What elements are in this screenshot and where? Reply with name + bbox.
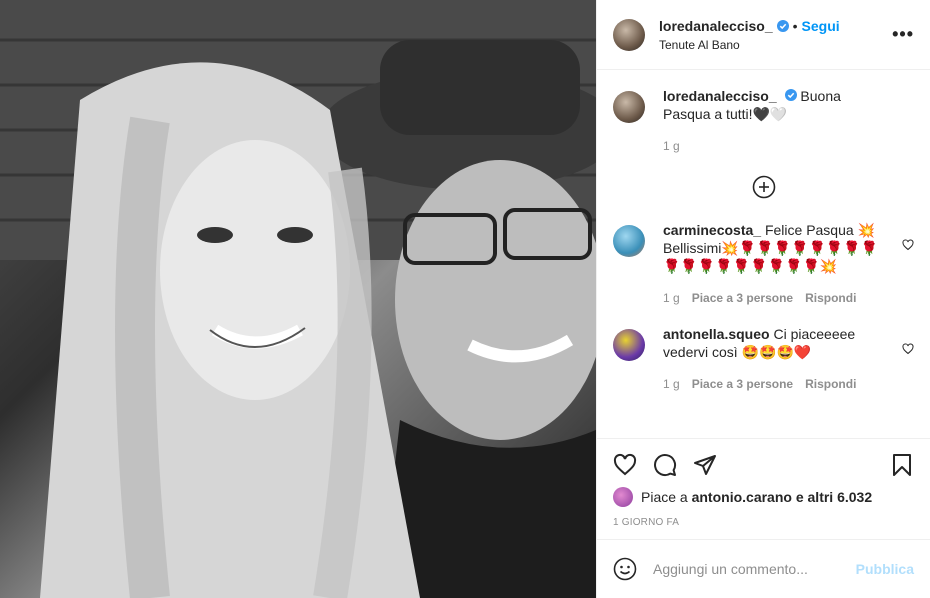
verified-badge-icon bbox=[784, 89, 797, 101]
photo-illustration bbox=[0, 0, 596, 598]
comment-avatar[interactable] bbox=[613, 329, 645, 361]
comments-list[interactable]: loredanalecciso_ Buona Pasqua a tutti!🖤🤍… bbox=[597, 71, 930, 438]
add-comment-bar: Pubblica bbox=[597, 539, 930, 598]
share-paper-plane-icon[interactable] bbox=[693, 453, 717, 477]
plus-circle-icon[interactable] bbox=[752, 175, 776, 199]
comment-item: antonella.squeo Ci piaceeeee vedervi cos… bbox=[613, 325, 914, 393]
caption-username[interactable]: loredanalecciso_ bbox=[663, 88, 777, 104]
like-heart-icon[interactable] bbox=[613, 453, 637, 477]
heart-icon[interactable] bbox=[902, 239, 914, 251]
likes-suffix[interactable]: e altri 6.032 bbox=[796, 489, 872, 505]
author-avatar[interactable] bbox=[613, 18, 645, 51]
liker-username[interactable]: antonio.carano bbox=[692, 489, 792, 505]
comment-time[interactable]: 1 g bbox=[663, 375, 680, 393]
post-photo[interactable] bbox=[0, 0, 596, 598]
liker-avatar bbox=[613, 487, 633, 507]
comment-input[interactable] bbox=[653, 561, 856, 577]
post-dialog: loredanalecciso_ • Segui Tenute Al Bano … bbox=[0, 0, 930, 598]
likes-summary[interactable]: Piace a antonio.carano e altri 6.032 bbox=[613, 487, 914, 507]
heart-icon[interactable] bbox=[902, 343, 914, 355]
emoji-icon[interactable] bbox=[613, 557, 637, 581]
post-header: loredanalecciso_ • Segui Tenute Al Bano … bbox=[597, 0, 930, 70]
post-date[interactable]: 1 GIORNO FA bbox=[613, 517, 914, 528]
author-username[interactable]: loredanalecciso_ bbox=[659, 18, 773, 34]
comment-likes[interactable]: Piace a 3 persone bbox=[692, 289, 793, 307]
post-location[interactable]: Tenute Al Bano bbox=[659, 38, 892, 52]
comment-item: carminecosta_ Felice Pasqua 💥 Bellissimi… bbox=[613, 221, 914, 307]
likes-prefix: Piace a bbox=[641, 489, 688, 505]
caption-time[interactable]: 1 g bbox=[663, 137, 680, 155]
reply-button[interactable]: Rispondi bbox=[805, 289, 856, 307]
verified-badge-icon bbox=[776, 19, 789, 32]
bookmark-icon[interactable] bbox=[890, 453, 914, 477]
separator-dot: • bbox=[792, 17, 798, 34]
action-bar: Piace a antonio.carano e altri 6.032 1 G… bbox=[597, 438, 930, 528]
caption: loredanalecciso_ Buona Pasqua a tutti!🖤🤍… bbox=[613, 87, 914, 155]
follow-button[interactable]: Segui bbox=[802, 18, 840, 34]
comment-bubble-icon[interactable] bbox=[653, 453, 677, 477]
comment-avatar[interactable] bbox=[613, 225, 645, 257]
author-info: loredanalecciso_ • Segui Tenute Al Bano bbox=[659, 18, 892, 52]
comment-time[interactable]: 1 g bbox=[663, 289, 680, 307]
comment-likes[interactable]: Piace a 3 persone bbox=[692, 375, 793, 393]
comment-username[interactable]: carminecosta_ bbox=[663, 222, 761, 238]
caption-avatar[interactable] bbox=[613, 91, 645, 123]
publish-button[interactable]: Pubblica bbox=[856, 561, 914, 577]
more-dots-icon[interactable]: ••• bbox=[892, 24, 914, 45]
post-sidebar: loredanalecciso_ • Segui Tenute Al Bano … bbox=[596, 0, 930, 598]
reply-button[interactable]: Rispondi bbox=[805, 375, 856, 393]
comment-username[interactable]: antonella.squeo bbox=[663, 326, 770, 342]
